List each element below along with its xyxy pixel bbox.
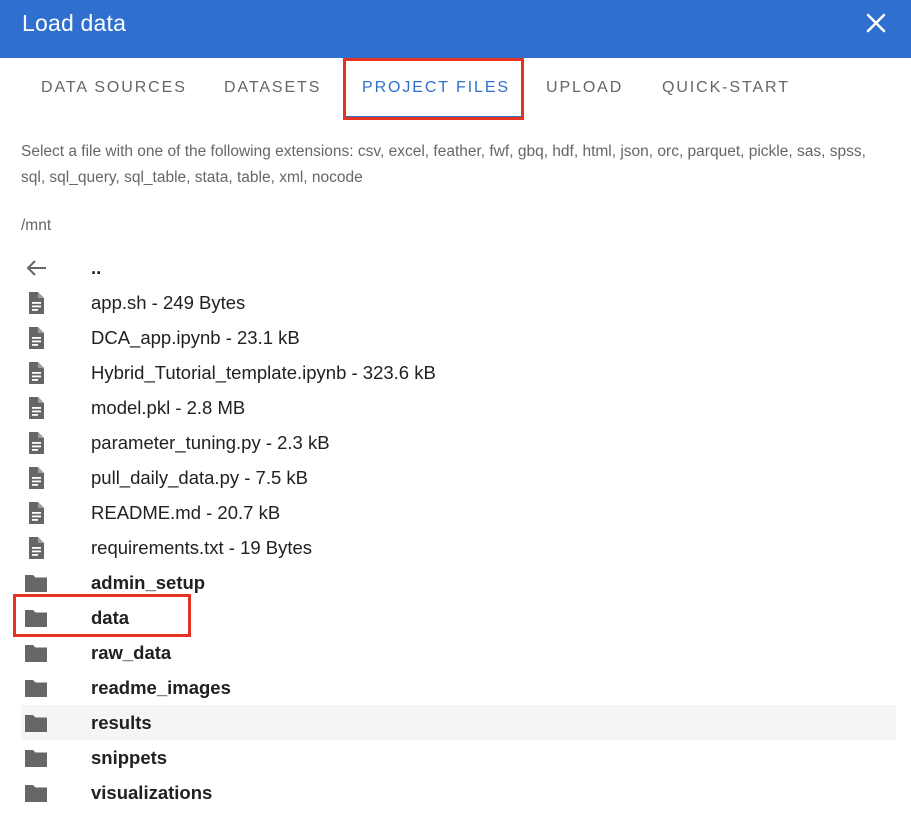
entry-label: parameter_tuning.py - 2.3 kB [91,432,330,453]
file-icon [23,430,49,456]
file-icon [23,290,49,316]
entry-label: .. [91,257,102,278]
arrow-left-icon [23,255,49,281]
current-path: /mnt [21,217,52,234]
folder-icon [23,745,49,771]
tab-upload[interactable]: UPLOAD [546,58,623,118]
entry-label: results [91,712,152,733]
file-row[interactable]: README.md - 20.7 kB [21,495,896,530]
folder-icon [23,780,49,806]
file-list: .. app.sh - 249 Bytes DCA_app.ipynb - 23.1… [21,250,896,810]
file-icon [23,360,49,386]
tab-data-sources[interactable]: DATA SOURCES [41,58,187,118]
entry-label: app.sh - 249 Bytes [91,292,246,313]
tab-bar: DATA SOURCES DATASETS PROJECT FILES UPLO… [0,58,911,120]
entry-label: DCA_app.ipynb - 23.1 kB [91,327,300,348]
file-icon [23,465,49,491]
file-icon [23,395,49,421]
dialog-header: Load data [0,0,911,58]
file-row[interactable]: model.pkl - 2.8 MB [21,390,896,425]
entry-label: model.pkl - 2.8 MB [91,397,246,418]
entry-label: Hybrid_Tutorial_template.ipynb - 323.6 k… [91,362,436,383]
tab-project-files[interactable]: PROJECT FILES [362,58,510,118]
close-icon[interactable] [865,12,887,34]
folder-row[interactable]: visualizations [21,775,896,810]
active-tab-indicator [343,116,524,118]
folder-row[interactable]: admin_setup [21,565,896,600]
file-row[interactable]: app.sh - 249 Bytes [21,285,896,320]
file-row[interactable]: Hybrid_Tutorial_template.ipynb - 323.6 k… [21,355,896,390]
folder-row[interactable]: raw_data [21,635,896,670]
file-icon [23,535,49,561]
file-icon [23,325,49,351]
file-icon [23,500,49,526]
folder-row[interactable]: data [21,600,896,635]
file-row[interactable]: DCA_app.ipynb - 23.1 kB [21,320,896,355]
folder-row[interactable]: readme_images [21,670,896,705]
entry-label: admin_setup [91,572,206,593]
entry-label: README.md - 20.7 kB [91,502,281,523]
folder-icon [23,640,49,666]
folder-row[interactable]: results [21,705,896,740]
folder-row[interactable]: snippets [21,740,896,775]
entry-label: snippets [91,747,168,768]
folder-icon [23,710,49,736]
folder-icon [23,570,49,596]
entry-label: data [91,607,130,628]
entry-label: requirements.txt - 19 Bytes [91,537,313,558]
tab-quick-start[interactable]: QUICK-START [662,58,790,118]
entry-label: pull_daily_data.py - 7.5 kB [91,467,308,488]
entry-label: visualizations [91,782,213,803]
file-row[interactable]: requirements.txt - 19 Bytes [21,530,896,565]
dialog-title: Load data [22,10,127,36]
tab-datasets[interactable]: DATASETS [224,58,321,118]
file-row[interactable]: pull_daily_data.py - 7.5 kB [21,460,896,495]
file-row[interactable]: parameter_tuning.py - 2.3 kB [21,425,896,460]
parent-directory-row[interactable]: .. [21,250,896,285]
folder-icon [23,605,49,631]
entry-label: readme_images [91,677,231,698]
entry-label: raw_data [91,642,172,663]
folder-icon [23,675,49,701]
helper-text: Select a file with one of the following … [21,143,866,186]
